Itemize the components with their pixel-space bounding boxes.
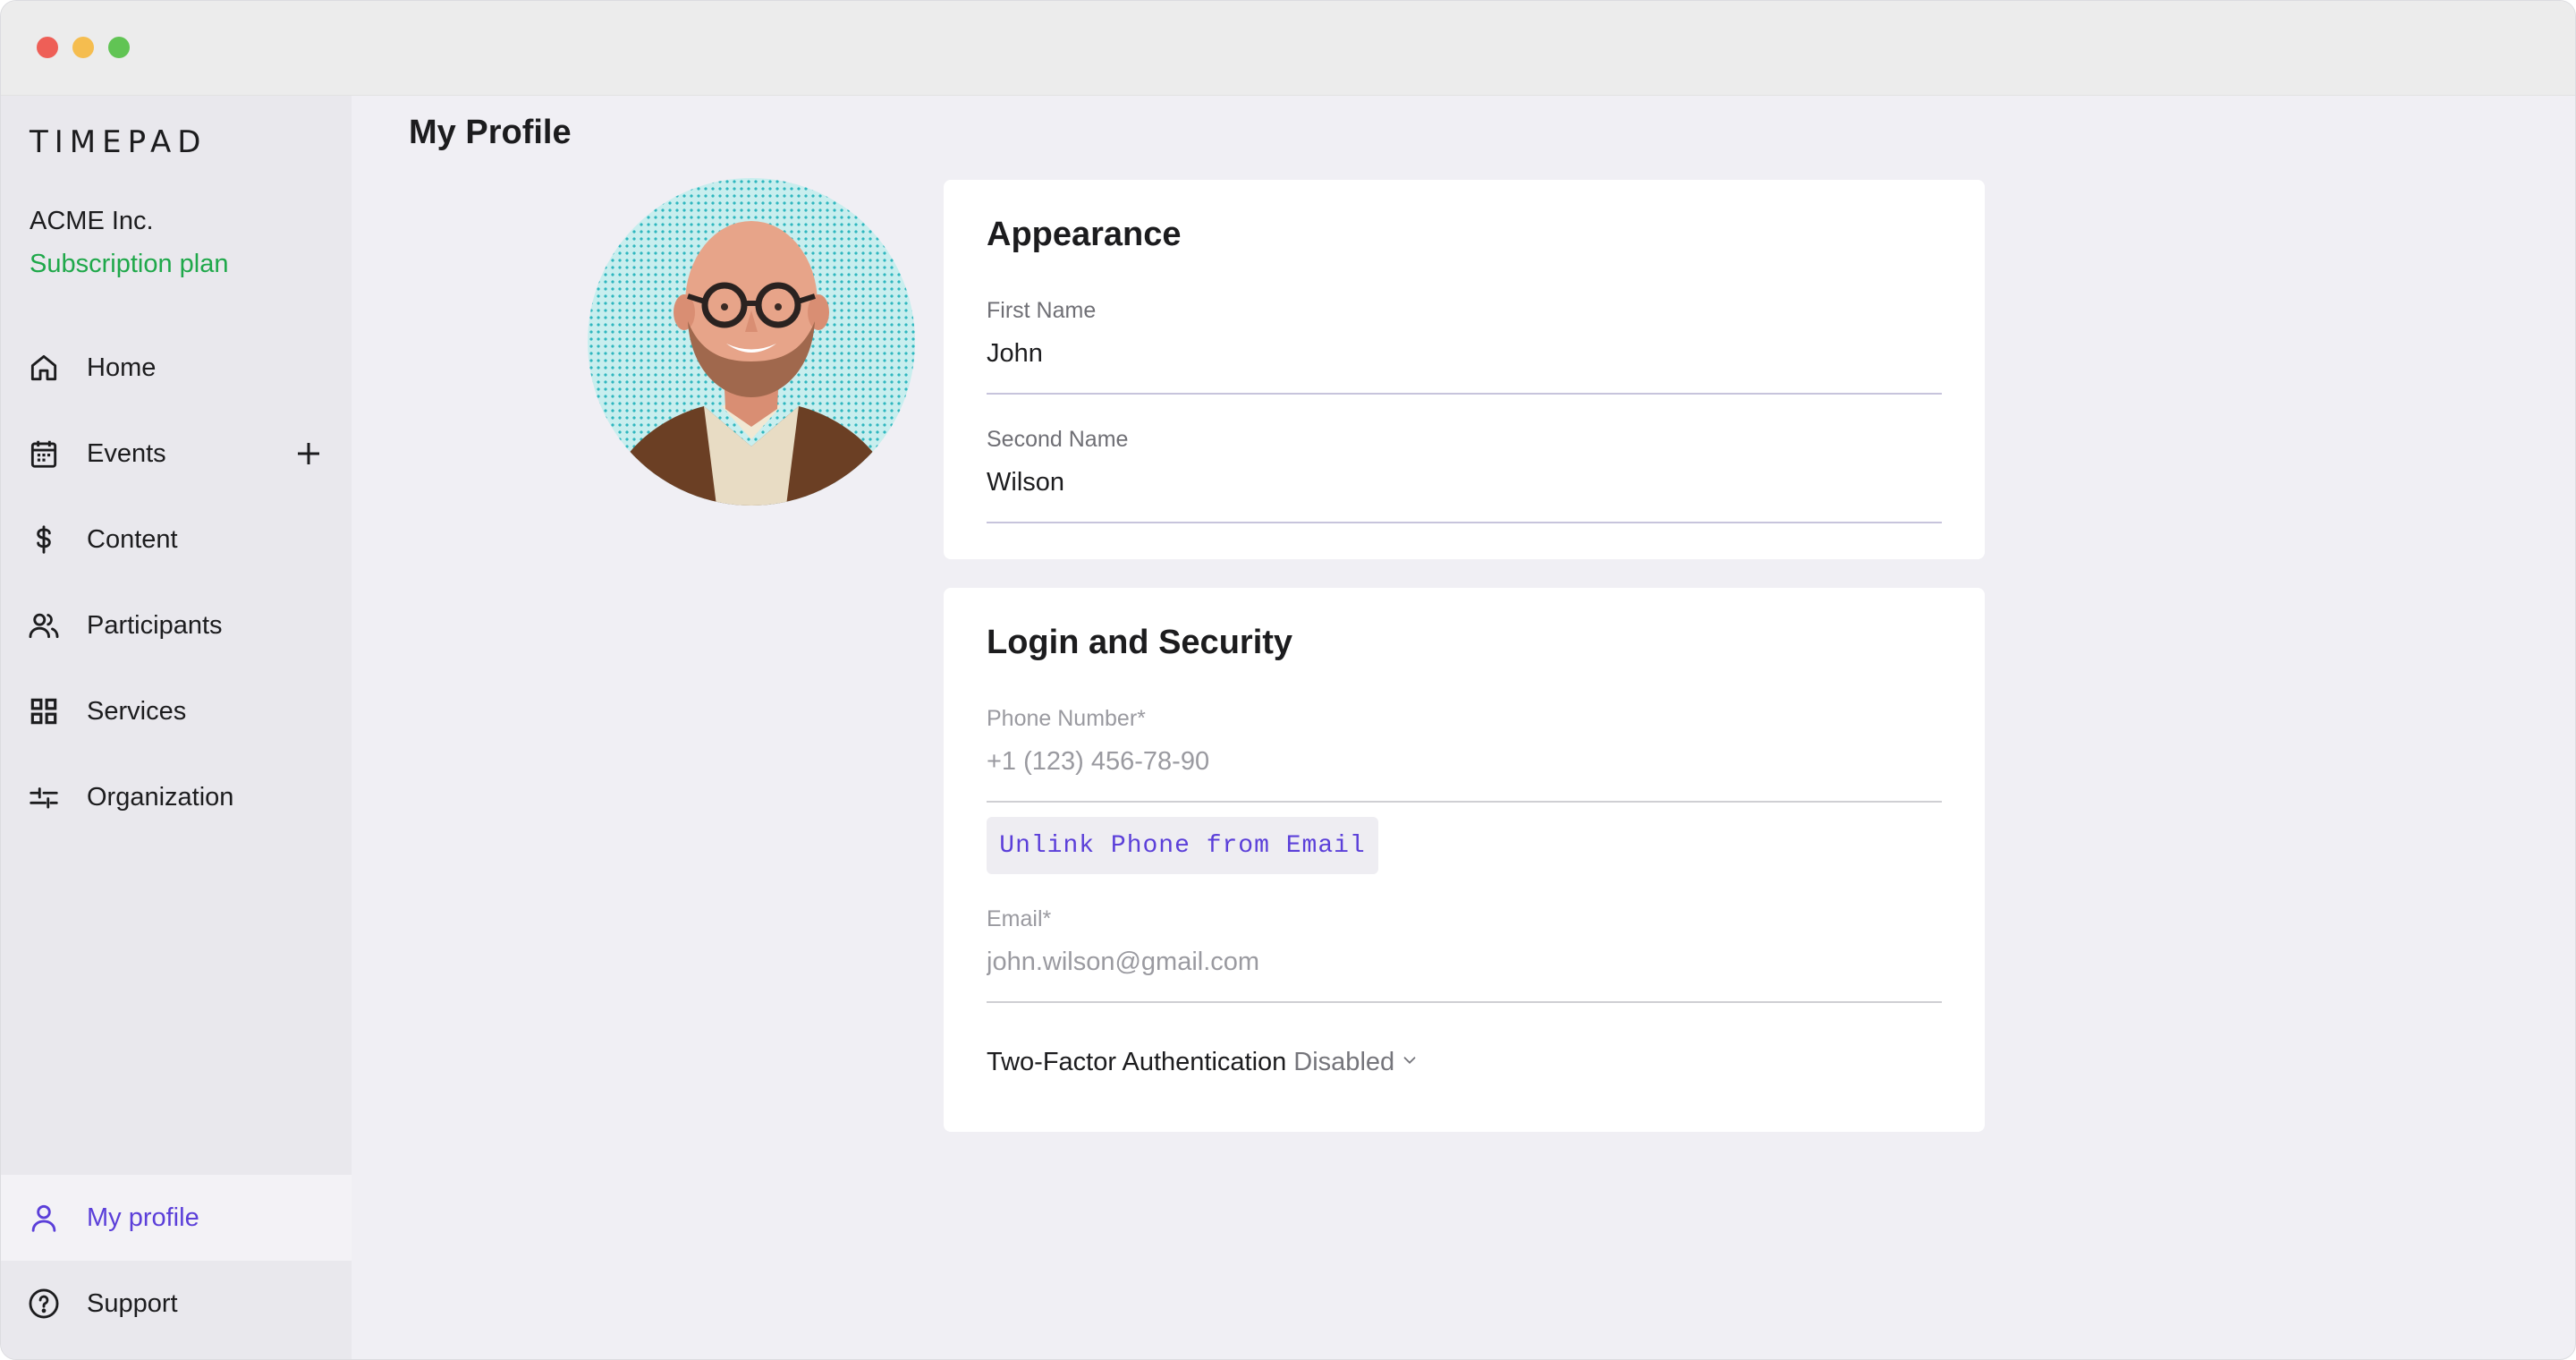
sidebar-item-services[interactable]: Services (1, 668, 352, 754)
second-name-underline (987, 522, 1942, 523)
help-icon (26, 1286, 62, 1322)
calendar-icon (26, 436, 62, 472)
maximize-window-button[interactable] (108, 37, 130, 58)
sidebar-item-participants[interactable]: Participants (1, 582, 352, 668)
title-bar (1, 1, 2575, 96)
timepad-logo[interactable]: TIMEPAD (30, 124, 207, 160)
appearance-title: Appearance (987, 216, 1182, 253)
two-factor-status: Disabled (1293, 1048, 1395, 1076)
sidebar-item-label: Support (87, 1288, 178, 1318)
two-factor-label: Two-Factor Authentication (987, 1048, 1287, 1076)
sidebar-item-label: Organization (87, 782, 234, 812)
second-name-field[interactable] (987, 468, 1942, 497)
appearance-card: Appearance First Name Second Name (944, 180, 1985, 559)
email-field[interactable] (987, 948, 1942, 977)
sidebar-item-label: Content (87, 524, 178, 554)
bottom-nav: My profile Support (1, 1175, 352, 1347)
user-icon (26, 1200, 62, 1236)
close-window-button[interactable] (37, 37, 58, 58)
sidebar-item-label: Events (87, 438, 166, 468)
users-icon (26, 608, 62, 643)
second-name-label: Second Name (987, 427, 1129, 452)
sidebar-item-label: My profile (87, 1203, 199, 1232)
sidebar-item-label: Services (87, 696, 187, 726)
minimize-window-button[interactable] (72, 37, 94, 58)
sidebar-item-content[interactable]: Content (1, 497, 352, 582)
first-name-field[interactable] (987, 339, 1942, 369)
sidebar-item-organization[interactable]: Organization (1, 754, 352, 840)
add-event-plus-icon[interactable] (291, 436, 326, 472)
chevron-down-icon (1394, 1048, 1419, 1077)
sidebar: TIMEPAD ACME Inc. Subscription plan Home… (1, 96, 352, 1359)
sidebar-item-home[interactable]: Home (1, 325, 352, 411)
phone-field[interactable] (987, 747, 1942, 777)
subscription-plan-link[interactable]: Subscription plan (30, 250, 228, 279)
page-title: My Profile (409, 114, 572, 151)
sliders-icon (26, 779, 62, 815)
sidebar-item-label: Home (87, 353, 157, 382)
first-name-underline (987, 393, 1942, 395)
security-title: Login and Security (987, 624, 1293, 661)
sidebar-item-my-profile[interactable]: My profile (1, 1175, 352, 1261)
unlink-phone-button[interactable]: Unlink Phone from Email (987, 817, 1378, 874)
sidebar-item-support[interactable]: Support (1, 1261, 352, 1347)
phone-underline (987, 801, 1942, 803)
app-window: TIMEPAD ACME Inc. Subscription plan Home… (0, 0, 2576, 1360)
two-factor-dropdown[interactable]: Two-Factor Authentication Disabled (987, 1048, 1419, 1077)
email-label: Email* (987, 906, 1052, 931)
main-nav: Home Events Content Participants Service… (1, 325, 352, 840)
email-underline (987, 1001, 1942, 1003)
login-security-card: Login and Security Phone Number* Unlink … (944, 588, 1985, 1132)
sidebar-item-label: Participants (87, 610, 223, 640)
grid-icon (26, 693, 62, 729)
home-icon (26, 350, 62, 386)
phone-label: Phone Number* (987, 706, 1146, 731)
dollar-icon (26, 522, 62, 557)
sidebar-item-events[interactable]: Events (1, 411, 352, 497)
organization-name: ACME Inc. (30, 207, 154, 235)
profile-avatar[interactable] (588, 178, 915, 506)
first-name-label: First Name (987, 298, 1097, 323)
